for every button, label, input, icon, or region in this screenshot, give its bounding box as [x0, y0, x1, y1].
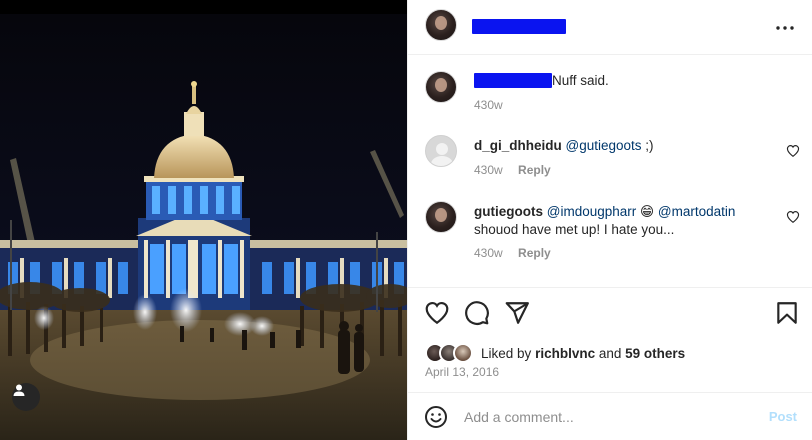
- comments-list: Nuff said. 430w d_gi_dhheidu @gutiegoots…: [408, 56, 812, 286]
- post-date[interactable]: April 13, 2016: [425, 365, 499, 379]
- comment-timestamp: 430w: [474, 163, 503, 177]
- reply-button[interactable]: Reply: [518, 246, 551, 260]
- comment-item: d_gi_dhheidu @gutiegoots ;) 430w Reply: [408, 134, 812, 194]
- caption-text: Nuff said.: [552, 73, 609, 88]
- comment-text: d_gi_dhheidu @gutiegoots ;): [474, 137, 654, 155]
- comment-bubble-icon[interactable]: [464, 300, 490, 326]
- comment-meta: 430w Reply: [474, 163, 551, 177]
- emoji-smile-icon[interactable]: [424, 405, 448, 429]
- caption-author-avatar[interactable]: [425, 71, 457, 103]
- comment-composer: Post: [408, 392, 812, 440]
- caption-timestamp: 430w: [474, 98, 503, 112]
- comment-meta: 430w Reply: [474, 246, 551, 260]
- post-sidebar: Nuff said. 430w d_gi_dhheidu @gutiegoots…: [407, 0, 812, 440]
- comment-body: shouod have met up! I hate you...: [474, 222, 675, 237]
- comment-mention[interactable]: @imdougpharr: [547, 204, 637, 219]
- comment-input[interactable]: [464, 405, 754, 429]
- likes-others-link[interactable]: 59 others: [625, 346, 685, 361]
- comment-mention-2[interactable]: @martodatin: [658, 204, 736, 219]
- post-header: [408, 0, 812, 55]
- paper-plane-icon[interactable]: [504, 300, 530, 326]
- likes-text: Liked by richblvnc and 59 others: [481, 346, 685, 361]
- grin-emoji: 😁: [640, 204, 655, 219]
- city-hall-night-photo: [0, 0, 407, 440]
- reply-button[interactable]: Reply: [518, 163, 551, 177]
- commenter-avatar[interactable]: [425, 135, 457, 167]
- heart-icon[interactable]: [786, 144, 800, 158]
- redacted-caption-username: [474, 73, 552, 88]
- post-comment-button[interactable]: Post: [769, 409, 797, 424]
- comment-text: gutiegoots @imdougpharr 😁 @martodatin sh…: [474, 203, 774, 239]
- author-avatar[interactable]: [425, 9, 457, 41]
- likes-conjunction: and: [598, 345, 622, 361]
- comment-item: gutiegoots @imdougpharr 😁 @martodatin sh…: [408, 201, 812, 281]
- post-photo[interactable]: [0, 0, 407, 440]
- caption: Nuff said. 430w: [408, 71, 812, 127]
- more-options-button[interactable]: [773, 16, 797, 40]
- comment-mention[interactable]: @gutiegoots: [566, 138, 642, 153]
- user-tag-button[interactable]: [12, 383, 40, 411]
- comment-username[interactable]: gutiegoots: [474, 204, 543, 219]
- likes-summary: Liked by richblvnc and 59 others: [425, 342, 685, 364]
- bookmark-icon[interactable]: [774, 300, 800, 326]
- caption-time: 430w: [474, 98, 503, 112]
- liker-username[interactable]: richblvnc: [535, 346, 595, 361]
- more-horizontal-icon: [776, 26, 794, 30]
- post-actions: Liked by richblvnc and 59 others April 1…: [408, 287, 812, 391]
- liker-avatar: [453, 343, 473, 363]
- heart-icon[interactable]: [786, 210, 800, 224]
- heart-icon[interactable]: [424, 300, 450, 326]
- user-tag-icon: [13, 384, 25, 396]
- comment-body: ;): [641, 138, 654, 153]
- comment-timestamp: 430w: [474, 246, 503, 260]
- likes-prefix: Liked by: [481, 345, 532, 361]
- commenter-avatar[interactable]: [425, 201, 457, 233]
- redacted-author-name: [472, 19, 566, 34]
- comment-username[interactable]: d_gi_dhheidu: [474, 138, 562, 153]
